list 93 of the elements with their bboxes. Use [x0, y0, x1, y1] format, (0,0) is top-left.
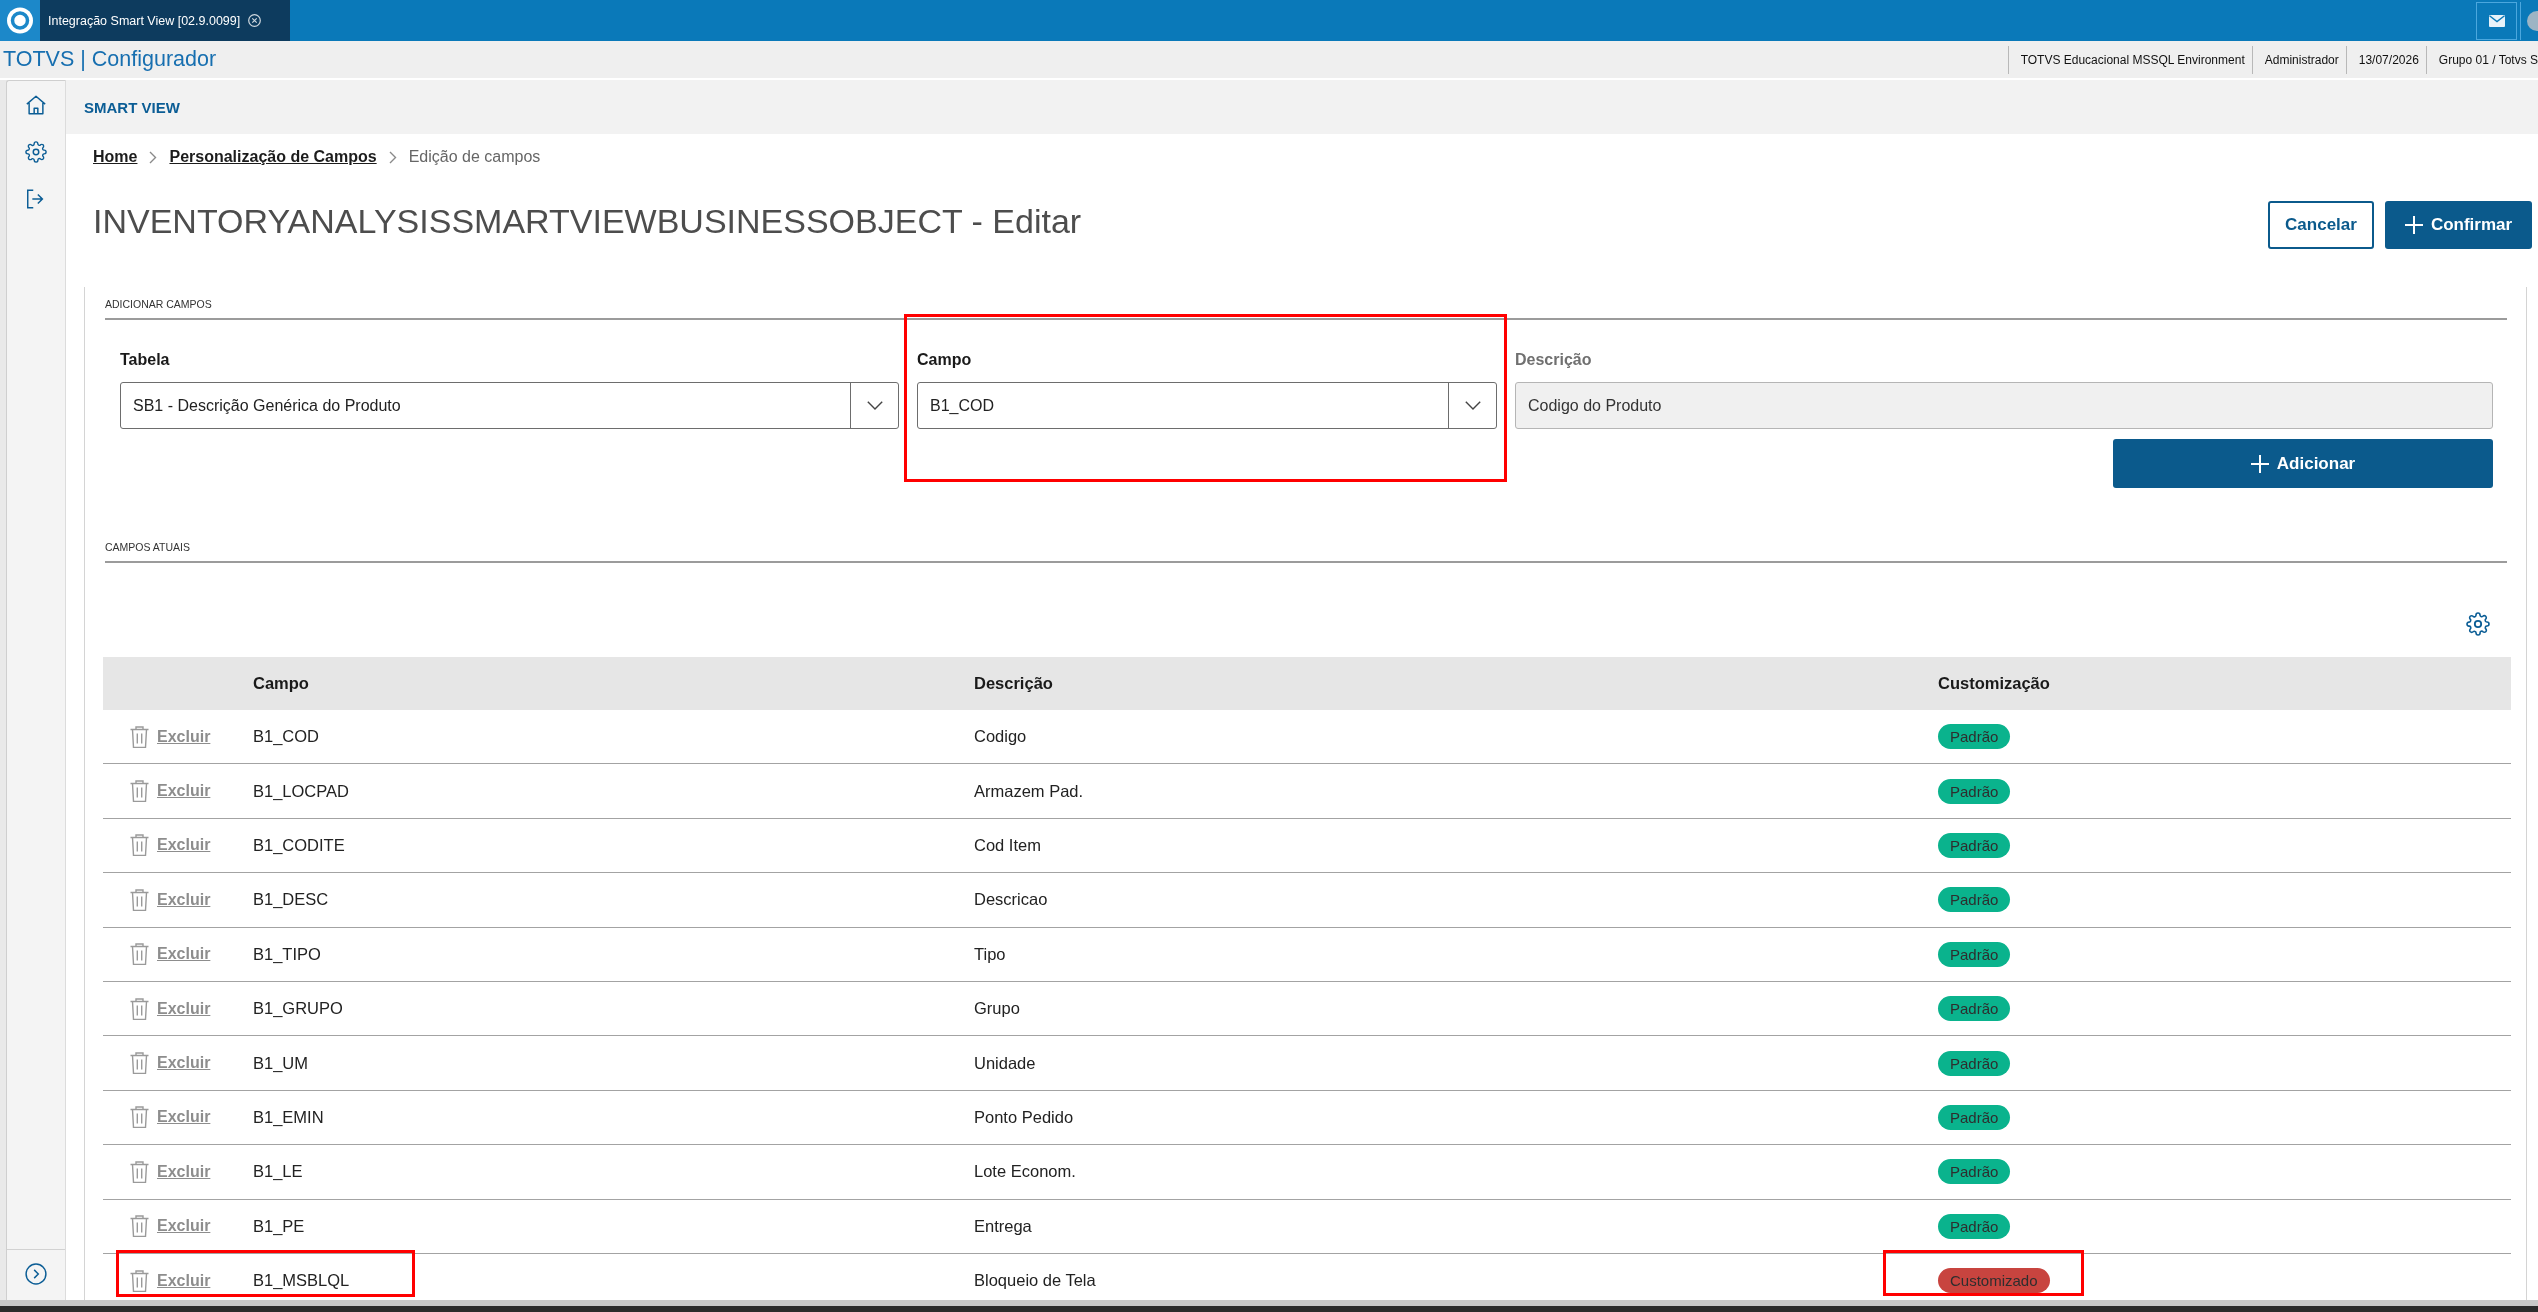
settings-icon[interactable] — [25, 141, 47, 163]
breadcrumb-link[interactable]: Personalização de Campos — [169, 148, 377, 166]
delete-button[interactable]: Excluir — [130, 997, 211, 1020]
customization-badge: Padrão — [1938, 724, 2011, 750]
plus-icon — [2404, 216, 2423, 234]
trash-icon — [130, 780, 149, 803]
field-name: B1_COD — [253, 727, 321, 747]
field-description: Lote Econom. — [974, 1162, 1077, 1182]
customization-badge: Padrão — [1938, 1104, 2011, 1130]
trash-icon — [130, 1160, 149, 1183]
customization-badge: Padrão — [1938, 941, 2011, 967]
trash-icon — [130, 1215, 149, 1238]
delete-button[interactable]: Excluir — [130, 1052, 211, 1075]
field-name: B1_MSBLQL — [253, 1271, 351, 1291]
customization-badge: Padrão — [1938, 1050, 2011, 1076]
home-icon[interactable] — [25, 94, 47, 116]
field-description: Armazem Pad. — [974, 781, 1085, 801]
trash-icon — [130, 997, 149, 1020]
field-name: B1_LE — [253, 1162, 304, 1182]
trash-icon — [130, 1106, 149, 1129]
trash-icon — [130, 725, 149, 748]
delete-button[interactable]: Excluir — [130, 1215, 211, 1238]
chevron-right-icon — [388, 150, 397, 164]
header-info: TOTVS Educacional MSSQL Environment — [2007, 45, 2252, 74]
delete-button[interactable]: Excluir — [130, 1106, 211, 1129]
page-title: INVENTORYANALYSISSMARTVIEWBUSINESSOBJECT - Editar — [93, 201, 1083, 241]
section-title: SMART VIEW — [84, 98, 180, 116]
trash-icon — [130, 943, 149, 966]
delete-button[interactable]: Excluir — [130, 888, 211, 911]
delete-button[interactable]: Excluir — [130, 725, 211, 748]
customization-badge: Padrão — [1938, 778, 2011, 804]
field-description: Unidade — [974, 1053, 1037, 1073]
mail-button[interactable] — [2476, 2, 2517, 40]
field-name: B1_CODITE — [253, 835, 346, 855]
trash-icon — [130, 834, 149, 857]
field-name: B1_UM — [253, 1053, 310, 1073]
breadcrumb-link[interactable]: Home — [93, 148, 138, 166]
field-description: Descricao — [974, 890, 1049, 910]
customization-badge: Padrão — [1938, 887, 2011, 913]
customization-badge: Padrão — [1938, 832, 2011, 858]
field-name: B1_EMIN — [253, 1107, 325, 1127]
field-name: B1_DESC — [253, 890, 330, 910]
customization-badge: Padrão — [1938, 996, 2011, 1022]
field-name: B1_TIPO — [253, 944, 322, 964]
field-label: Tabela — [120, 350, 171, 370]
section-heading: ADICIONAR CAMPOS — [105, 297, 213, 311]
customization-badge: Padrão — [1938, 1213, 2011, 1239]
field-description: Grupo — [974, 999, 1021, 1019]
chevron-down-icon — [866, 401, 883, 410]
delete-button[interactable]: Excluir — [130, 943, 211, 966]
select-field[interactable]: SB1 - Descrição Genérica do Produto — [120, 382, 899, 429]
settings-icon[interactable] — [2466, 612, 2490, 636]
trash-icon — [130, 888, 149, 911]
cancel-button[interactable]: Cancelar — [2268, 201, 2374, 249]
chevron-down-icon — [1464, 401, 1481, 410]
close-icon[interactable] — [248, 14, 262, 27]
field-description: Entrega — [974, 1216, 1033, 1236]
chevron-right-icon — [149, 150, 158, 164]
header-info: Administrador — [2251, 45, 2346, 74]
column-header: Campo — [253, 674, 310, 693]
field-description: Tipo — [974, 944, 1007, 964]
field-description: Bloqueio de Tela — [974, 1271, 1097, 1291]
delete-button[interactable]: Excluir — [130, 1269, 211, 1292]
select-field[interactable]: B1_COD — [917, 382, 1497, 429]
delete-button[interactable]: Excluir — [130, 834, 211, 857]
field-description: Codigo — [974, 727, 1028, 747]
browser-tab[interactable]: Integração Smart View [02.9.0099] — [40, 0, 290, 41]
trash-icon — [130, 1052, 149, 1075]
header-info: 13/07/2026 — [2345, 45, 2426, 74]
confirm-button[interactable]: Confirmar — [2385, 201, 2532, 249]
trash-icon — [130, 1269, 149, 1292]
breadcrumb-current: Edição de campos — [408, 148, 541, 166]
delete-button[interactable]: Excluir — [130, 1160, 211, 1183]
field-description: Cod Item — [974, 835, 1042, 855]
field-description: Ponto Pedido — [974, 1107, 1075, 1127]
envelope-icon — [2488, 15, 2505, 27]
field-label: Descrição — [1515, 350, 1593, 370]
customization-badge: Padrão — [1938, 1159, 2011, 1185]
add-button[interactable]: Adicionar — [2113, 439, 2493, 488]
app-title: TOTVS | Configurador — [2, 47, 217, 72]
column-header: Customização — [1938, 674, 2051, 693]
help-icon — [2526, 11, 2538, 31]
header-info: Grupo 01 / Totvs S — [2425, 45, 2538, 74]
field-name: B1_GRUPO — [253, 999, 344, 1019]
section-heading: CAMPOS ATUAIS — [105, 540, 191, 554]
field-label: Campo — [917, 350, 973, 370]
customization-badge: Customizado — [1938, 1268, 2050, 1294]
column-header: Descrição — [974, 674, 1054, 693]
chevron-circle-icon[interactable] — [25, 1263, 47, 1285]
delete-button[interactable]: Excluir — [130, 780, 211, 803]
plus-icon — [2250, 454, 2269, 473]
field-name: B1_PE — [253, 1216, 306, 1236]
field-name: B1_LOCPAD — [253, 781, 350, 801]
